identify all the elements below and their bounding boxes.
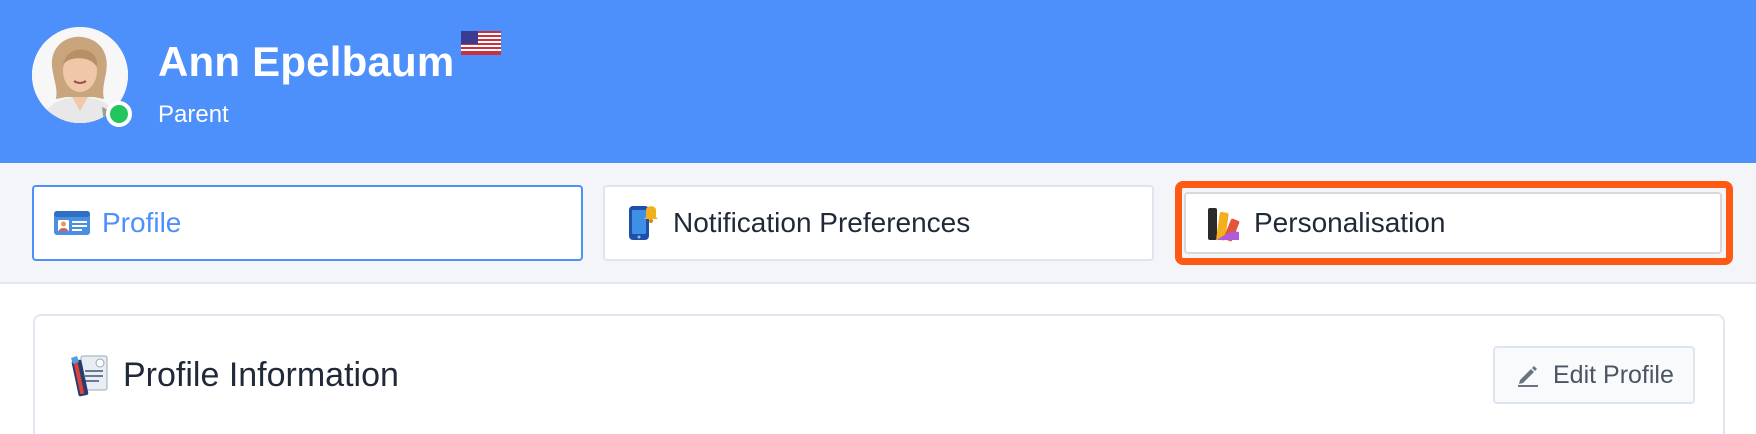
color-swatches-icon [1204, 203, 1244, 243]
card-title: Profile Information [123, 356, 399, 394]
id-card-icon [52, 203, 92, 243]
pencil-icon [1518, 366, 1538, 387]
profile-information-card: Profile Information Edit Profile [33, 314, 1725, 434]
tab-notification-preferences[interactable]: Notification Preferences [603, 185, 1154, 261]
profile-documents-icon [71, 355, 108, 397]
edit-profile-button[interactable]: Edit Profile [1493, 346, 1695, 404]
online-status-indicator [106, 101, 132, 127]
phone-bell-icon [623, 203, 663, 243]
user-name: Ann Epelbaum [158, 38, 455, 85]
tab-personalisation[interactable]: Personalisation [1184, 192, 1722, 254]
tab-personalisation-label: Personalisation [1254, 207, 1446, 238]
tab-profile[interactable]: Profile [32, 185, 583, 261]
us-flag-icon [461, 31, 501, 55]
tab-profile-label: Profile [102, 207, 182, 238]
edit-profile-label: Edit Profile [1553, 360, 1674, 389]
user-role: Parent [158, 101, 229, 128]
avatar-container [32, 27, 132, 127]
tab-notification-preferences-label: Notification Preferences [673, 207, 971, 238]
profile-header: Ann Epelbaum Parent [0, 0, 1756, 163]
